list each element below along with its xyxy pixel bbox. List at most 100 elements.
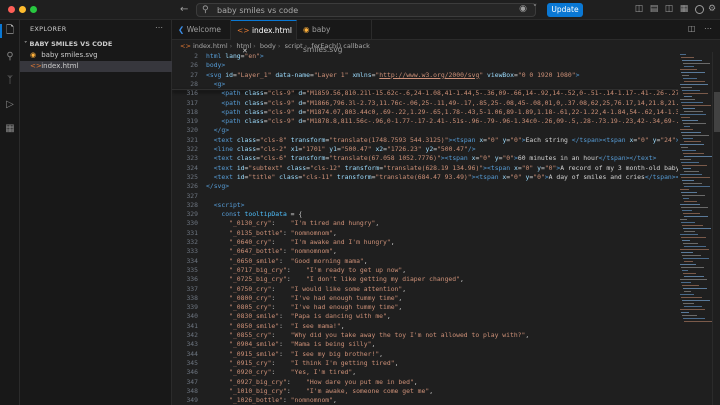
code-editor[interactable]: 2 html lang="en"> 26 body> 27 <svg id="Layer_… [172, 52, 678, 405]
code-line[interactable]: 324 <text id="subtext" class="cls-12" tr… [172, 164, 678, 173]
breadcrumb-item[interactable]: body [260, 42, 276, 50]
code-line[interactable]: 331 "_0135_bottle": "nomnomnom", [172, 229, 678, 238]
code-line[interactable]: 338 "_0800_cry": "I've had enough tummy … [172, 294, 678, 303]
tab-index-html[interactable]: <> index.html ✕ [231, 20, 297, 55]
line-number: 336 [186, 275, 198, 284]
update-button[interactable]: Update [547, 3, 583, 17]
code-line[interactable]: 346 "_0920_cry": "Yes, I'm tired", [172, 368, 678, 377]
code-line[interactable]: 329 const tooltipData = { [172, 210, 678, 219]
file-baby-smiles-svg[interactable]: ◉ baby smiles.svg [20, 50, 172, 61]
tab-baby-smiles-svg[interactable]: ◉ baby smiles.svg [297, 20, 372, 54]
tab-welcome[interactable]: ❮ Welcome [172, 20, 231, 40]
line-number: 28 [190, 79, 198, 88]
line-code: "_0647_bottle": "nomnomnom", [229, 247, 337, 256]
code-line[interactable]: 328 <script> [172, 201, 678, 210]
code-line[interactable]: 332 "_0640_cry": "I'm awake and I'm hung… [172, 238, 678, 247]
code-line[interactable]: 330 "_0130_cry": "I'm tired and hungry", [172, 219, 678, 228]
code-line[interactable]: 343 "_0904_smile": "Mama is being silly"… [172, 340, 678, 349]
code-line[interactable]: 336 "_0725_big_cry": "I don't like getti… [172, 275, 678, 284]
code-line[interactable]: 345 "_0915_cry": "I think I'm getting ti… [172, 359, 678, 368]
settings-gear-icon[interactable]: ⚙ [706, 3, 718, 16]
maximize-window-button[interactable] [30, 6, 37, 13]
toggle-secondary-sidebar-icon[interactable]: ◫ [663, 3, 675, 16]
minimap-line [684, 81, 705, 82]
chevron-down-icon[interactable]: ˅ [529, 3, 541, 16]
minimap-line [682, 135, 709, 136]
code-line[interactable]: 316 <path class="cls-9" d="M1859.56,810.… [172, 89, 678, 98]
line-number: 340 [186, 312, 198, 321]
code-line[interactable]: 341 "_0850_smile": "I see mama!", [172, 322, 678, 331]
code-line[interactable]: 339 "_0805_cry": "I've had enough tummy … [172, 303, 678, 312]
code-line[interactable]: 322 <line class="cls-2" x1="1701" y1="50… [172, 145, 678, 154]
more-actions-icon[interactable]: ⋯ [155, 23, 163, 32]
code-line[interactable]: 323 <text class="cls-6" transform="trans… [172, 154, 678, 163]
file-label: index.html [41, 62, 79, 70]
vertical-scrollbar[interactable] [712, 52, 720, 405]
code-line[interactable]: 344 "_0915_smile": "I see my big brother… [172, 350, 678, 359]
minimap-line [683, 153, 704, 154]
scrollbar-thumb[interactable] [714, 92, 720, 132]
breadcrumb-item[interactable]: html [236, 42, 251, 50]
breadcrumb-item[interactable]: index.html [193, 42, 228, 50]
code-line[interactable]: 349 "_1026_bottle": "nomnomnom", [172, 396, 678, 405]
copilot-icon[interactable]: ◉ [517, 3, 529, 16]
breadcrumb-item[interactable]: forEach() callback [311, 42, 369, 50]
minimap-line [681, 132, 701, 133]
code-line[interactable]: 347 "_0927_big_cry": "How dare you put m… [172, 378, 678, 387]
minimap-line [680, 204, 700, 205]
code-line[interactable]: 27 <svg id="Layer_1" data-name="Layer 1" … [172, 71, 678, 80]
toggle-sidebar-icon[interactable]: ◫ [633, 3, 645, 16]
line-number: 2 [194, 52, 198, 60]
code-line[interactable]: 326 </svg> [172, 182, 678, 191]
line-code: "_0130_cry": "I'm tired and hungry", [229, 219, 380, 228]
run-debug-icon[interactable]: ▷ [3, 98, 17, 112]
search-icon: ⚲ [202, 5, 209, 15]
code-line[interactable]: 320 </g> [172, 126, 678, 135]
code-line[interactable]: 348 "_1010_big_cry": "I'm awake, someone… [172, 387, 678, 396]
minimap[interactable] [678, 52, 713, 405]
line-code: const tooltipData = { [221, 210, 303, 219]
line-number: 349 [186, 396, 198, 405]
layout-icon[interactable]: ▦ [678, 3, 690, 16]
breadcrumb-item[interactable]: script [285, 42, 303, 50]
file-index-html[interactable]: <> index.html [20, 61, 172, 72]
code-line[interactable]: 335 "_0717_big_cry": "I'm ready to get u… [172, 266, 678, 275]
workspace-folder[interactable]: ˅ BABY SMILES VS CODE [20, 39, 172, 50]
code-line[interactable]: 2 html lang="en"> [172, 52, 678, 61]
code-line[interactable]: 321 <text class="cls-8" transform="trans… [172, 136, 678, 145]
line-code: <path class="cls-9" d="M1859.56,810.21l-… [221, 89, 678, 98]
close-window-button[interactable] [8, 6, 15, 13]
code-line[interactable]: 337 "_0750_cry": "I would like some atte… [172, 285, 678, 294]
command-center-search[interactable]: ⚲ baby smiles vs code [196, 3, 536, 17]
code-line[interactable]: 28 <g> [172, 80, 678, 89]
code-line[interactable]: 318 <path class="cls-9" d="M1874.07,803.… [172, 108, 678, 117]
code-line[interactable]: 334 "_0650_smile": "Good morning mama", [172, 257, 678, 266]
account-icon[interactable] [695, 5, 704, 14]
minimap-line [683, 288, 707, 289]
code-line[interactable]: 333 "_0647_bottle": "nomnomnom", [172, 247, 678, 256]
minimap-line [683, 198, 689, 199]
line-number: 334 [186, 256, 198, 265]
code-line[interactable]: 325 <text id="title" class="cls-11" tran… [172, 173, 678, 182]
split-editor-icon[interactable]: ◫ [688, 24, 696, 33]
minimap-line [684, 171, 699, 172]
editor-area: ❮ Welcome <> index.html ✕ ◉ baby smiles.… [172, 20, 720, 405]
code-line[interactable]: 26 body> [172, 61, 678, 70]
search-icon[interactable]: ⚲ [3, 50, 17, 64]
toggle-panel-icon[interactable]: ▤ [648, 3, 660, 16]
code-line[interactable]: 317 <path class="cls-9" d="M1866,796.3l-… [172, 99, 678, 108]
back-arrow-icon[interactable]: ← [180, 3, 188, 17]
minimize-window-button[interactable] [19, 6, 26, 13]
extensions-icon[interactable]: ▦ [3, 122, 17, 136]
code-line[interactable]: 319 <path class="cls-9" d="M1878.8,811.5… [172, 117, 678, 126]
file-label: baby smiles.svg [41, 51, 98, 59]
code-line[interactable]: 327 [172, 192, 678, 201]
code-line[interactable]: 340 "_0830_smile": "Papa is dancing with… [172, 312, 678, 321]
source-control-icon[interactable]: ᛉ [3, 74, 17, 88]
code-line[interactable]: 342 "_0855_cry": "Why did you take away … [172, 331, 678, 340]
html-file-icon: <> [30, 62, 42, 70]
explorer-icon[interactable]: 🗋 [3, 24, 17, 38]
more-actions-icon[interactable]: ⋯ [704, 24, 712, 33]
line-code: </svg> [206, 182, 230, 191]
line-number: 339 [186, 303, 198, 312]
